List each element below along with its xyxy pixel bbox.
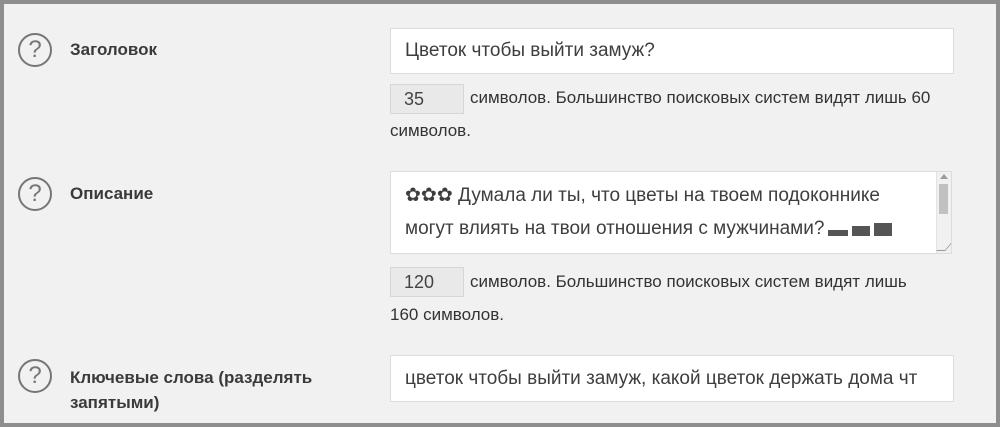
emoji-bar-icon <box>852 226 871 236</box>
help-question-icon-title[interactable]: ? <box>18 33 52 67</box>
description-label: Описание <box>70 184 154 203</box>
keywords-label: Ключевые слова (разделять запятыми) <box>70 368 313 412</box>
title-hint: символов. Большинство поисковых систем в… <box>390 81 970 147</box>
seo-settings-panel: ? Заголовок 35 символов. Большинство пои… <box>4 4 996 423</box>
scroll-up-arrow-icon[interactable] <box>940 174 948 179</box>
description-hint: символов. Большинство поисковых систем в… <box>390 265 970 331</box>
title-hint-line2: символов. <box>390 121 471 140</box>
help-question-icon-keywords[interactable]: ? <box>18 359 52 393</box>
description-text-line2: могут влиять на твои отношения с мужчина… <box>405 212 935 245</box>
keywords-input[interactable] <box>390 355 954 402</box>
description-text-line1: ✿✿✿ Думала ли ты, что цветы на твоем под… <box>405 185 880 206</box>
scrollbar-thumb[interactable] <box>939 184 948 214</box>
description-hint-line2: 160 символов. <box>390 305 505 324</box>
textarea-scrollbar[interactable] <box>936 172 951 253</box>
help-question-icon-description[interactable]: ? <box>18 177 52 211</box>
title-label: Заголовок <box>70 40 158 59</box>
title-input[interactable] <box>390 28 954 74</box>
title-hint-line1: символов. Большинство поисковых систем в… <box>470 88 931 107</box>
description-textarea[interactable]: ✿✿✿ Думала ли ты, что цветы на твоем под… <box>390 171 952 254</box>
emoji-bar-icon <box>874 223 893 236</box>
description-hint-line1: символов. Большинство поисковых систем в… <box>470 272 907 291</box>
emoji-bar-icon <box>828 230 849 236</box>
